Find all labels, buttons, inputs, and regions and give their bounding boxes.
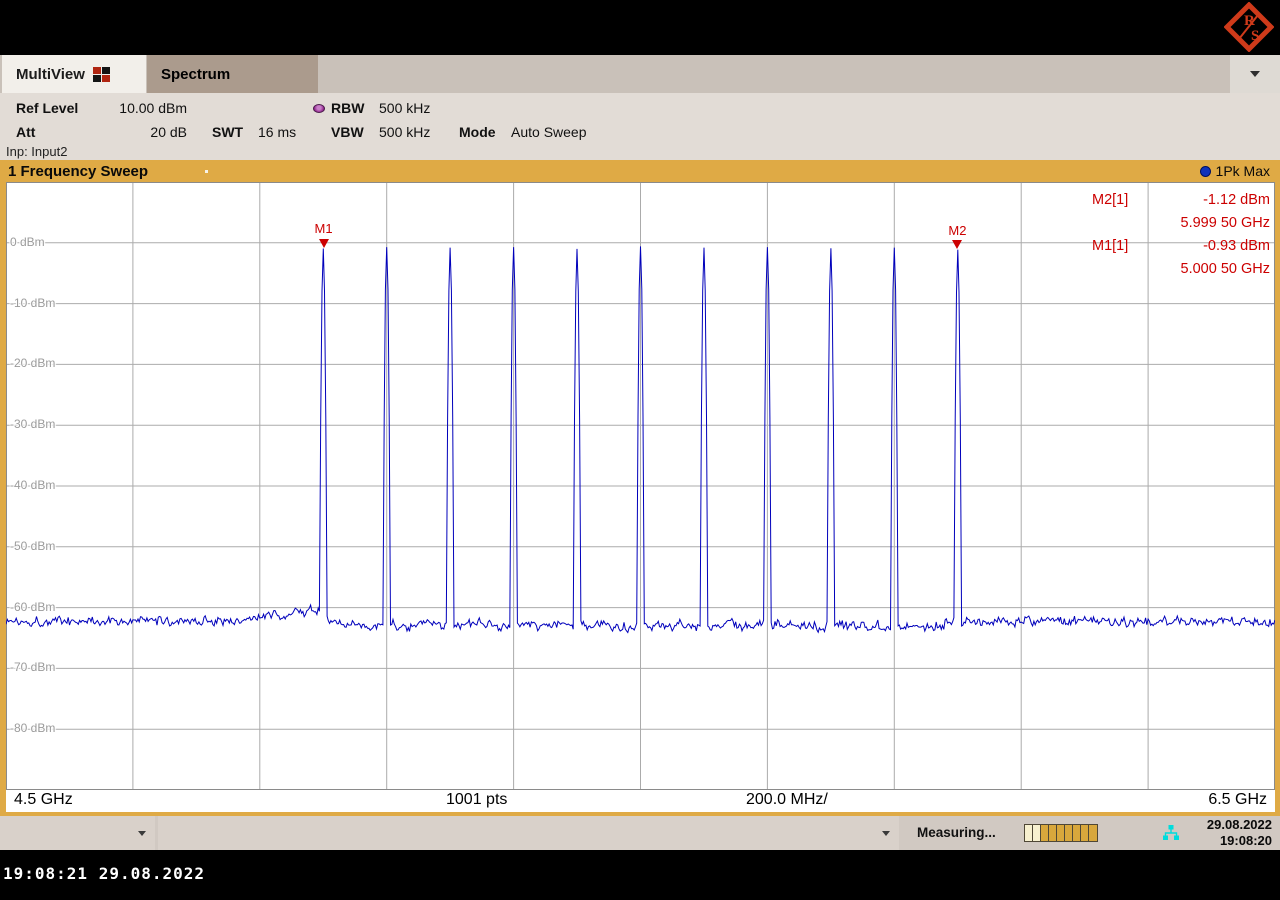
status-datetime: 29.08.2022 19:08:20: [1207, 817, 1272, 849]
tab-overflow-button[interactable]: [1230, 55, 1280, 93]
y-axis-label: -70 dBm: [10, 660, 55, 674]
status-time: 19:08:20: [1207, 833, 1272, 849]
marker-readout: M2[1] -1.12 dBm 5.999 50 GHz M1[1] -0.93 dBm…: [1092, 188, 1270, 280]
input-line: Inp: Input2: [6, 144, 67, 159]
y-axis-label: -10 dBm: [10, 296, 55, 310]
rbw-label[interactable]: RBW: [331, 100, 364, 116]
vbw-label[interactable]: VBW: [331, 124, 364, 140]
svg-text:R: R: [1244, 13, 1255, 29]
spectrum-analyzer-screen: R S MultiView Spectrum Ref Level 10.00 d…: [0, 0, 1280, 900]
tab-bar: MultiView Spectrum: [0, 55, 1280, 93]
frequency-sweep-window: 1 Frequency Sweep 1Pk Max 0 dBm -10 dBm -2…: [0, 160, 1280, 816]
marker-readout-value: 5.999 50 GHz: [1181, 215, 1270, 231]
x-axis-bar: 4.5 GHz 1001 pts 200.0 MHz/ 6.5 GHz: [6, 790, 1275, 812]
window-title-bar: 1 Frequency Sweep 1Pk Max: [0, 160, 1280, 182]
status-dropdown-left[interactable]: [0, 816, 155, 850]
y-axis-label: -30 dBm: [10, 417, 55, 431]
window-title: 1 Frequency Sweep: [0, 163, 148, 180]
rbw-value[interactable]: 500 kHz: [379, 100, 430, 116]
progress-cell: [1041, 825, 1049, 841]
vbw-value[interactable]: 500 kHz: [379, 124, 430, 140]
progress-cell: [1081, 825, 1089, 841]
mode-label[interactable]: Mode: [459, 124, 496, 140]
att-value[interactable]: 20 dB: [60, 124, 187, 140]
chevron-down-icon: [882, 831, 890, 836]
swt-value[interactable]: 16 ms: [258, 124, 296, 140]
multiview-grid-icon: [93, 67, 110, 82]
progress-cell: [1073, 825, 1081, 841]
marker-readout-value: 5.000 50 GHz: [1181, 261, 1270, 277]
marker-m2-icon[interactable]: [952, 240, 962, 249]
y-axis-label: -40 dBm: [10, 478, 55, 492]
progress-cell: [1049, 825, 1057, 841]
att-label[interactable]: Att: [16, 124, 35, 140]
progress-cell: [1057, 825, 1065, 841]
spectrum-graph[interactable]: 0 dBm -10 dBm -20 dBm -30 dBm -40 dBm -50 dBm…: [6, 182, 1275, 790]
progress-cell: [1065, 825, 1073, 841]
tab-multiview[interactable]: MultiView: [2, 55, 146, 93]
y-axis-label: -20 dBm: [10, 356, 55, 370]
status-dropdown-main[interactable]: [158, 816, 899, 850]
ref-level-value[interactable]: 10.00 dBm: [60, 100, 187, 116]
tab-spectrum[interactable]: Spectrum: [147, 55, 318, 93]
svg-text:S: S: [1251, 28, 1259, 44]
y-axis-label: -60 dBm: [10, 600, 55, 614]
top-black-bar: R S: [0, 0, 1280, 55]
marker-readout-value: -1.12 dBm: [1203, 192, 1270, 208]
clock-text: 19:08:21 29.08.2022: [3, 864, 205, 883]
trace-label: 1Pk Max: [1216, 163, 1270, 179]
status-toolbar: Measuring... 29.08.2022 19:08:20: [0, 816, 1280, 850]
marker-readout-row: M2[1] -1.12 dBm: [1092, 188, 1270, 211]
x-axis-scale: 200.0 MHz/: [746, 791, 828, 809]
x-axis-stop: 6.5 GHz: [1208, 791, 1267, 809]
graph-overlay: 0 dBm -10 dBm -20 dBm -30 dBm -40 dBm -50 dBm…: [6, 182, 1275, 790]
chevron-down-icon: [138, 831, 146, 836]
swt-label[interactable]: SWT: [212, 124, 243, 140]
sweep-progress-bar: [1024, 824, 1098, 842]
marker-readout-label: M1[1]: [1092, 238, 1128, 254]
trace-info[interactable]: 1Pk Max: [1200, 163, 1270, 179]
trace-active-dot-icon: [1200, 166, 1211, 177]
status-date: 29.08.2022: [1207, 817, 1272, 833]
progress-cell: [1025, 825, 1033, 841]
marker-readout-row: 5.999 50 GHz: [1092, 211, 1270, 234]
measuring-status: Measuring...: [917, 825, 996, 840]
marker-m1-label: M1: [312, 221, 336, 236]
y-axis-label: 0 dBm: [10, 235, 45, 249]
tab-spectrum-label: Spectrum: [161, 66, 230, 83]
coupling-indicator-dot: [313, 104, 325, 113]
marker-readout-value: -0.93 dBm: [1203, 238, 1270, 254]
tab-multiview-label: MultiView: [16, 66, 85, 83]
marker-readout-row: M1[1] -0.93 dBm: [1092, 234, 1270, 257]
title-artifact-dot: [205, 170, 208, 173]
marker-m1-icon[interactable]: [319, 239, 329, 248]
marker-readout-row: 5.000 50 GHz: [1092, 257, 1270, 280]
settings-header: Ref Level 10.00 dBm Att 20 dB SWT 16 ms …: [0, 93, 1280, 160]
marker-m2-label: M2: [945, 223, 969, 238]
progress-cell: [1033, 825, 1041, 841]
marker-readout-label: M2[1]: [1092, 192, 1128, 208]
chevron-down-icon: [1250, 71, 1260, 77]
y-axis-label: -50 dBm: [10, 539, 55, 553]
progress-cell: [1089, 825, 1097, 841]
sweep-points: 1001 pts: [446, 791, 507, 809]
clock-bar: 19:08:21 29.08.2022: [0, 850, 1280, 900]
y-axis-label: -80 dBm: [10, 721, 55, 735]
mode-value[interactable]: Auto Sweep: [511, 124, 587, 140]
rohde-schwarz-logo: R S: [1224, 2, 1274, 52]
network-status-icon: [1161, 825, 1181, 841]
x-axis-start: 4.5 GHz: [14, 791, 73, 809]
